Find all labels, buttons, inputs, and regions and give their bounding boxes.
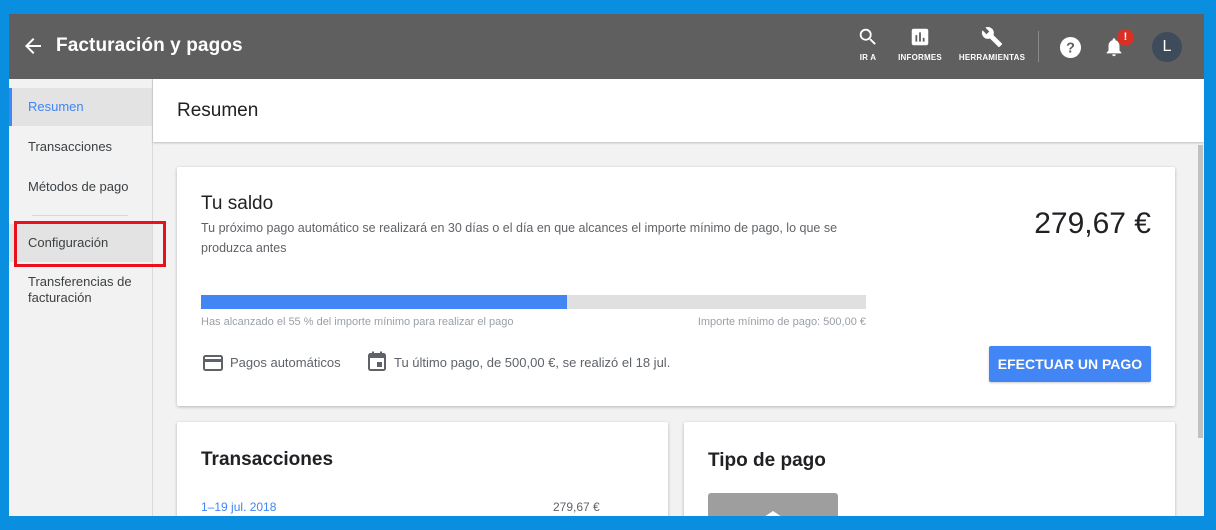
balance-card: Tu saldo Tu próximo pago automático se r… <box>177 167 1175 406</box>
auto-payments-text: Pagos automáticos <box>230 355 341 370</box>
make-payment-button[interactable]: EFECTUAR UN PAGO <box>989 346 1151 382</box>
last-payment-text: Tu último pago, de 500,00 €, se realizó … <box>394 355 671 370</box>
sidebar-item-transacciones[interactable]: Transacciones <box>9 137 152 157</box>
progress-reached-text: Has alcanzado el 55 % del importe mínimo… <box>201 316 514 328</box>
svg-text:?: ? <box>1066 40 1075 56</box>
tools-button[interactable]: HERRAMIENTAS <box>957 26 1027 70</box>
house-shape-icon <box>752 511 794 516</box>
sidebar-item-resumen[interactable]: Resumen <box>9 88 152 126</box>
avatar[interactable]: L <box>1152 32 1182 62</box>
reports-label: INFORMES <box>898 53 942 62</box>
help-icon[interactable]: ? <box>1059 36 1082 59</box>
payment-type-title: Tipo de pago <box>708 450 826 471</box>
payment-progress-fill <box>201 295 567 309</box>
toolbar-divider <box>1038 31 1039 62</box>
app-window: Facturación y pagos IR A INFORMES HERRAM… <box>9 14 1204 516</box>
page-header: Resumen <box>153 79 1204 142</box>
tools-label: HERRAMIENTAS <box>958 53 1026 62</box>
main-content: Resumen Tu saldo Tu próximo pago automát… <box>153 79 1204 516</box>
reports-button[interactable]: INFORMES <box>896 26 944 70</box>
payment-type-illustration <box>708 493 838 516</box>
transactions-title: Transacciones <box>201 449 334 470</box>
go-to-button[interactable]: IR A <box>851 26 885 70</box>
payment-progress-bar <box>201 295 866 309</box>
scrollbar[interactable] <box>1198 145 1203 438</box>
transaction-period-link[interactable]: 1–19 jul. 2018 <box>201 500 276 514</box>
search-icon <box>859 28 876 45</box>
balance-amount: 279,67 € <box>1034 207 1151 240</box>
top-bar: Facturación y pagos IR A INFORMES HERRAM… <box>9 14 1204 79</box>
sidebar: Resumen Transacciones Métodos de pago Co… <box>9 79 153 516</box>
transactions-card: Transacciones 1–19 jul. 2018 279,67 € <box>177 422 668 516</box>
notification-badge: ! <box>1117 29 1134 46</box>
transaction-amount: 279,67 € <box>553 500 600 514</box>
highlight-box <box>14 221 166 267</box>
chart-icon <box>911 28 929 46</box>
arrow-back-icon[interactable] <box>21 34 45 58</box>
sidebar-item-transferencias[interactable]: Transferencias de facturación <box>9 274 144 310</box>
progress-minimum-text: Importe mínimo de pago: 500,00 € <box>697 316 866 328</box>
app-title: Facturación y pagos <box>56 35 243 56</box>
balance-description: Tu próximo pago automático se realizará … <box>201 221 838 255</box>
payment-type-card: Tipo de pago <box>684 422 1175 516</box>
credit-card-icon <box>203 355 223 371</box>
wrench-icon <box>981 27 1003 48</box>
page-title: Resumen <box>177 100 259 121</box>
sidebar-item-metodos-de-pago[interactable]: Métodos de pago <box>9 177 152 197</box>
balance-title: Tu saldo <box>201 193 274 214</box>
calendar-icon <box>368 351 386 371</box>
sidebar-divider <box>32 215 128 216</box>
go-to-label: IR A <box>859 53 877 62</box>
